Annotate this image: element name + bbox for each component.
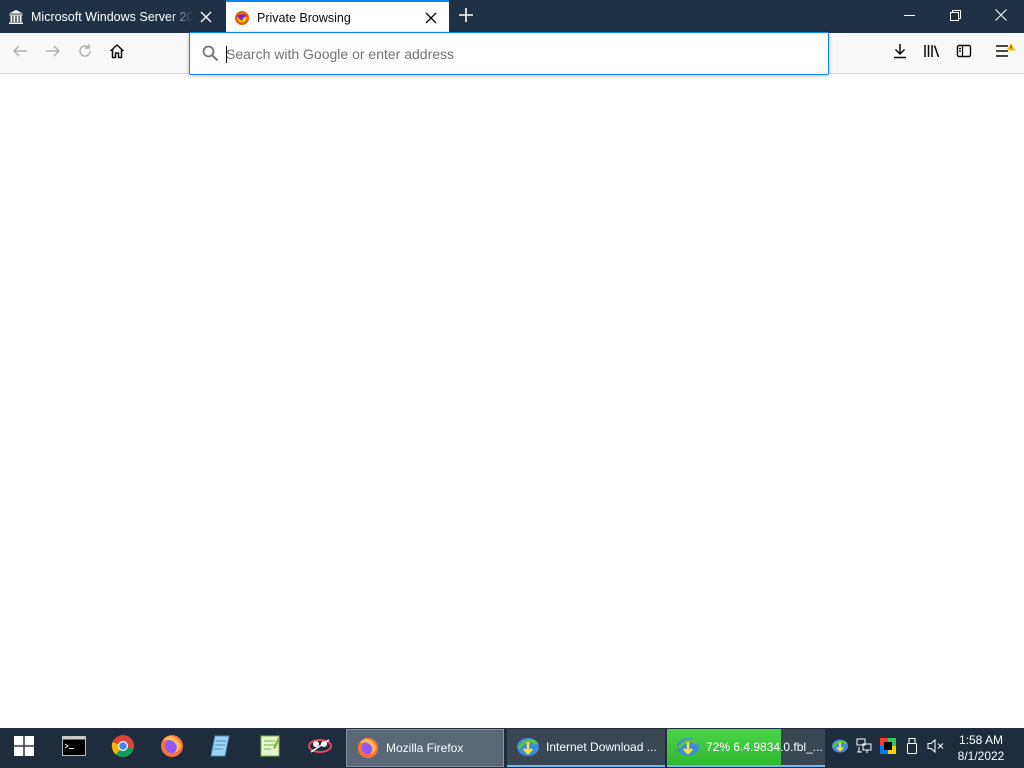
plus-icon	[459, 7, 473, 27]
task-label: Mozilla Firefox	[386, 741, 464, 755]
reload-button[interactable]	[71, 39, 99, 67]
hamburger-menu-icon	[994, 42, 1016, 65]
notepad-icon	[209, 734, 233, 763]
firefox-taskbar-button[interactable]	[148, 728, 196, 768]
clock-time: 1:58 AM	[958, 733, 1004, 747]
minimize-button[interactable]	[886, 0, 932, 33]
command-prompt-icon	[62, 735, 86, 761]
home-icon	[109, 43, 125, 64]
tab-title: Microsoft Windows Server 2016	[31, 9, 193, 24]
usb-icon	[906, 737, 918, 759]
command-prompt-taskbar-button[interactable]	[50, 728, 98, 768]
windows-start-icon	[14, 735, 34, 761]
back-arrow-icon	[12, 43, 28, 64]
volume-muted-icon	[927, 738, 945, 759]
idm-tray-icon	[831, 738, 849, 759]
task-label: Internet Download ...	[546, 740, 657, 754]
idm-tray-button[interactable]	[829, 736, 851, 760]
tab-windows-server[interactable]: Microsoft Windows Server 2016	[0, 0, 224, 33]
reload-icon	[77, 43, 93, 64]
downloads-button[interactable]	[886, 39, 914, 67]
page-content	[0, 74, 1024, 728]
task-label: 72% 6.4.9834.0.fbl_...	[706, 740, 823, 754]
search-icon	[200, 44, 220, 64]
museum-icon	[8, 9, 24, 25]
chrome-taskbar-button[interactable]	[99, 728, 147, 768]
text-caret	[226, 46, 227, 63]
download-icon	[892, 43, 908, 64]
start-button[interactable]	[0, 728, 48, 768]
firefox-private-icon	[234, 10, 250, 26]
system-clock[interactable]: 1:58 AM 8/1/2022	[950, 732, 1012, 764]
windows-taskbar: Mozilla Firefox Internet Download ... 72…	[0, 728, 1024, 768]
tab-close-icon[interactable]	[418, 5, 444, 31]
tab-close-icon[interactable]	[193, 4, 219, 30]
home-button[interactable]	[103, 39, 131, 67]
color-icon	[880, 737, 896, 759]
minimize-icon	[903, 8, 915, 26]
restore-icon	[949, 8, 961, 26]
taskbar-task-firefox[interactable]: Mozilla Firefox	[346, 729, 504, 767]
notepad-plus-plus-icon	[258, 734, 282, 763]
usb-tray-button[interactable]	[901, 736, 923, 760]
library-icon	[923, 43, 941, 64]
back-button[interactable]	[6, 39, 34, 67]
tab-strip: Microsoft Windows Server 2016 Private Br…	[0, 0, 1024, 33]
volume-tray-button[interactable]	[925, 736, 947, 760]
chrome-icon	[111, 734, 135, 763]
address-bar[interactable]	[189, 32, 829, 75]
forward-button[interactable]	[39, 39, 67, 67]
close-icon	[995, 8, 1007, 26]
new-tab-button[interactable]	[452, 3, 480, 31]
notepad-taskbar-button[interactable]	[197, 728, 245, 768]
firefox-icon	[160, 734, 184, 763]
idm-icon	[516, 735, 540, 759]
network-tool-taskbar-button[interactable]	[296, 728, 344, 768]
network-tray-button[interactable]	[853, 736, 875, 760]
forward-arrow-icon	[45, 43, 61, 64]
tab-title: Private Browsing	[257, 10, 351, 25]
notepad-plus-plus-taskbar-button[interactable]	[246, 728, 294, 768]
clock-date: 8/1/2022	[957, 749, 1005, 763]
url-input[interactable]	[226, 41, 806, 66]
color-tray-button[interactable]	[877, 736, 899, 760]
tab-private-browsing[interactable]: Private Browsing	[226, 0, 449, 33]
open-menu-button[interactable]	[991, 39, 1019, 67]
firefox-icon	[356, 736, 380, 760]
network-icon	[856, 738, 872, 759]
taskbar-task-download-progress[interactable]: 72% 6.4.9834.0.fbl_...	[667, 729, 825, 767]
library-button[interactable]	[918, 39, 946, 67]
taskbar-task-internet-download-manager[interactable]: Internet Download ...	[507, 729, 665, 767]
close-window-button[interactable]	[978, 0, 1024, 33]
sidebar-icon	[956, 43, 972, 64]
sidebar-button[interactable]	[950, 39, 978, 67]
idm-icon	[676, 735, 700, 759]
restore-button[interactable]	[932, 0, 978, 33]
network-tool-icon	[307, 735, 333, 762]
